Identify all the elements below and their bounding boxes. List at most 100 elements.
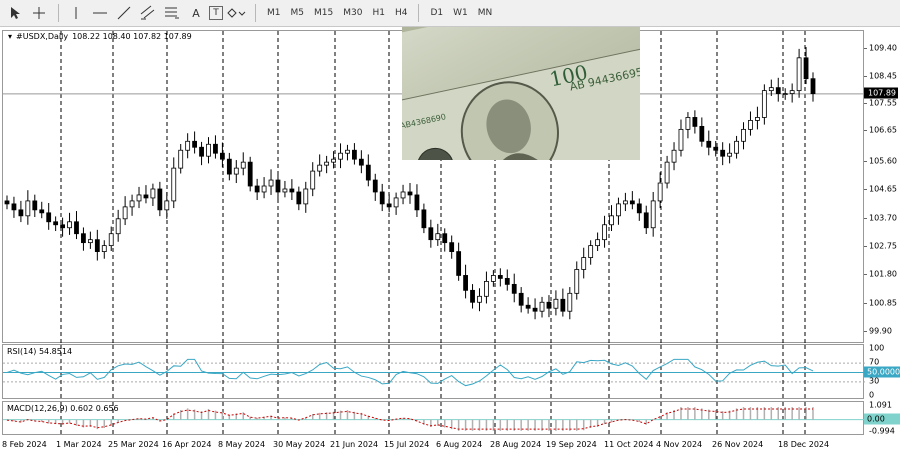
candle — [393, 192, 399, 215]
candle — [748, 111, 753, 136]
candle — [358, 150, 364, 174]
candle — [199, 141, 204, 166]
timeframe-m15[interactable]: M15 — [309, 8, 338, 18]
x-tick-label: 21 Jun 2024 — [330, 440, 379, 449]
macd-level-label: -0.994 — [869, 426, 895, 436]
trendline-icon[interactable] — [113, 3, 135, 23]
candle — [67, 212, 72, 235]
candle — [150, 183, 156, 206]
candle — [706, 130, 712, 156]
candle — [164, 191, 170, 219]
macd-pane[interactable]: MACD(12,26,9) 0.602 0.656 — [2, 401, 865, 436]
x-tick-label: 1 Mar 2024 — [56, 440, 102, 449]
horizontal-line-icon[interactable] — [89, 3, 111, 23]
crosshair-icon[interactable] — [28, 3, 50, 23]
candle — [115, 209, 121, 242]
candle — [775, 77, 781, 102]
candle — [317, 154, 323, 177]
x-tick-label: 6 Aug 2024 — [436, 440, 483, 449]
timeframe-h1[interactable]: H1 — [367, 8, 390, 18]
y-tick-mark — [864, 189, 867, 191]
candle — [449, 235, 455, 259]
timeframe-w1[interactable]: W1 — [448, 8, 473, 18]
rsi-level-label: 0 — [869, 390, 875, 400]
x-tick-label: 30 May 2024 — [273, 440, 326, 449]
candle — [782, 88, 788, 100]
candle — [345, 144, 350, 161]
timeframe-m1[interactable]: M1 — [262, 8, 286, 18]
candle — [511, 273, 517, 303]
timeframe-h4[interactable]: H4 — [390, 8, 413, 18]
y-tick-label: 103.70 — [869, 213, 897, 223]
y-tick-mark — [864, 302, 867, 304]
candle — [477, 288, 482, 312]
label-icon[interactable]: T — [209, 6, 223, 20]
candle — [720, 142, 726, 166]
chart-toolbar: A T M1 M5 M15 M30 H1 H4 D1 W1 MN — [0, 0, 900, 27]
y-tick-label: 102.75 — [869, 241, 897, 251]
shapes-icon[interactable] — [225, 3, 247, 23]
rsi-label: RSI(14) 54.8514 — [7, 347, 73, 356]
macd-label: MACD(12,26,9) 0.602 0.656 — [7, 404, 119, 413]
candle — [734, 135, 739, 159]
candle — [636, 198, 642, 221]
x-tick-label: 11 Oct 2024 — [604, 440, 654, 449]
fibonacci-icon[interactable] — [161, 3, 183, 23]
collapse-triangle-icon[interactable]: ▾ — [8, 32, 12, 41]
y-tick-mark — [864, 103, 867, 105]
candle — [546, 295, 552, 318]
candle — [157, 181, 163, 217]
ohlc-values: 108.22 108.40 107.82 107.89 — [72, 32, 192, 41]
candle — [574, 261, 580, 300]
vertical-line-icon[interactable] — [65, 3, 87, 23]
candle — [261, 177, 267, 199]
candle — [650, 191, 656, 237]
timeframe-m30[interactable]: M30 — [338, 8, 367, 18]
candle — [602, 215, 607, 248]
candle — [643, 205, 649, 235]
text-icon[interactable]: A — [185, 3, 207, 23]
rsi-current-tag: 50.0000 — [864, 366, 900, 377]
timeframe-d1[interactable]: D1 — [425, 8, 448, 18]
candle — [129, 194, 135, 216]
candle — [588, 240, 594, 265]
symbol-name: #USDX,Daily — [16, 32, 69, 41]
y-tick-mark — [864, 246, 867, 248]
rsi-pane[interactable]: RSI(14) 54.8514 — [2, 344, 865, 400]
candle — [741, 122, 746, 150]
current-price-tag: 107.89 — [864, 87, 898, 99]
x-tick-label: 4 Nov 2024 — [656, 440, 703, 449]
y-tick-mark — [864, 274, 867, 276]
candle — [629, 191, 635, 210]
candle — [727, 143, 733, 164]
toolbar-separator — [58, 4, 59, 22]
y-tick-label: 108.45 — [869, 71, 897, 81]
candle — [428, 219, 434, 248]
candle — [74, 211, 79, 240]
candle — [46, 203, 52, 230]
symbol-header: ▾ #USDX,Daily 108.22 108.40 107.82 107.89 — [8, 32, 196, 41]
candle — [122, 196, 128, 226]
candle — [268, 169, 274, 195]
cursor-icon[interactable] — [4, 3, 26, 23]
x-tick-label: 8 May 2024 — [218, 440, 266, 449]
candle — [699, 117, 705, 147]
candle — [435, 223, 441, 246]
y-tick-label: 105.60 — [869, 156, 897, 166]
candle — [400, 184, 406, 205]
timeframe-m5[interactable]: M5 — [286, 8, 310, 18]
candle — [352, 143, 357, 165]
toolbar-separator — [418, 4, 420, 22]
candle — [692, 110, 698, 134]
timeframe-mn[interactable]: MN — [473, 8, 498, 18]
rsi-level-label: 100 — [869, 343, 885, 353]
candle — [11, 196, 17, 218]
candle — [484, 271, 489, 304]
candle — [372, 173, 378, 201]
candle — [386, 194, 392, 213]
x-tick-label: 15 Jul 2024 — [384, 440, 430, 449]
channel-icon[interactable] — [137, 3, 159, 23]
candle — [87, 231, 93, 249]
y-tick-mark — [864, 161, 867, 163]
price-axis[interactable]: 109.40 108.45 107.55 106.65 105.60 104.65 103.… — [864, 30, 900, 343]
